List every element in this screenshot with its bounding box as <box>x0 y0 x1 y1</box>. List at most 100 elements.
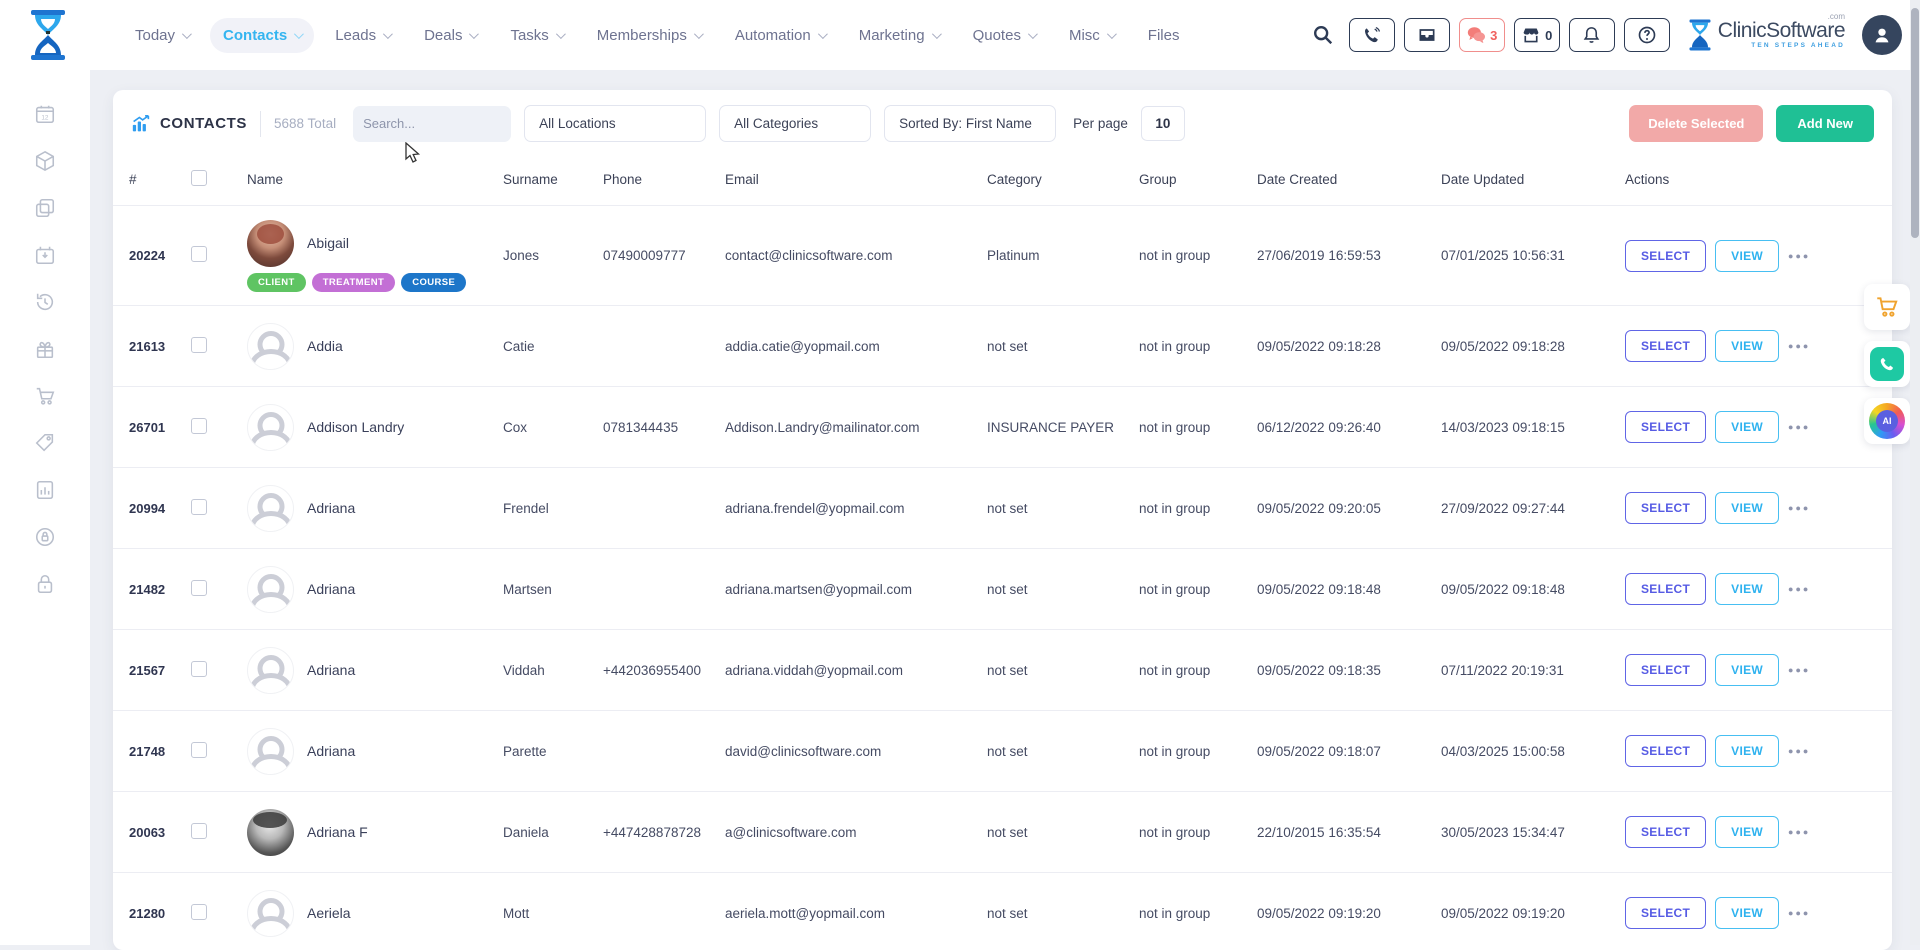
scrollbar-thumb[interactable] <box>1911 8 1919 238</box>
shop-button[interactable]: 0 <box>1514 18 1560 52</box>
view-button[interactable]: VIEW <box>1715 330 1779 362</box>
view-button[interactable]: VIEW <box>1715 735 1779 767</box>
select-button[interactable]: SELECT <box>1625 816 1706 848</box>
nav-item-tasks[interactable]: Tasks <box>497 18 575 53</box>
notifications-button[interactable] <box>1569 18 1615 52</box>
calendar-icon[interactable]: 12 <box>33 102 57 126</box>
row-checkbox[interactable] <box>191 742 207 758</box>
whatsapp-widget-button[interactable] <box>1864 341 1910 387</box>
select-button[interactable]: SELECT <box>1625 573 1706 605</box>
nav-item-contacts[interactable]: Contacts <box>210 18 314 53</box>
nav-item-quotes[interactable]: Quotes <box>960 18 1048 53</box>
avatar[interactable] <box>247 485 294 532</box>
contact-name[interactable]: Addia <box>307 338 343 354</box>
select-button[interactable]: SELECT <box>1625 330 1706 362</box>
per-page-input[interactable]: 10 <box>1141 106 1185 141</box>
nav-label: Tasks <box>510 27 548 44</box>
view-button[interactable]: VIEW <box>1715 240 1779 272</box>
row-checkbox[interactable] <box>191 580 207 596</box>
nav-item-today[interactable]: Today <box>122 18 202 53</box>
package-icon[interactable] <box>33 149 57 173</box>
search-icon[interactable] <box>1312 24 1334 46</box>
more-actions-button[interactable]: ●●● <box>1788 503 1810 513</box>
more-actions-button[interactable]: ●●● <box>1788 251 1810 261</box>
view-button[interactable]: VIEW <box>1715 654 1779 686</box>
nav-item-memberships[interactable]: Memberships <box>584 18 714 53</box>
copy-icon[interactable] <box>33 196 57 220</box>
inbox-button[interactable] <box>1404 18 1450 52</box>
categories-select[interactable]: All Categories <box>719 105 871 142</box>
nav-item-misc[interactable]: Misc <box>1056 18 1127 53</box>
more-actions-button[interactable]: ●●● <box>1788 908 1810 918</box>
contact-name[interactable]: Adriana <box>307 581 355 597</box>
more-actions-button[interactable]: ●●● <box>1788 827 1810 837</box>
view-button[interactable]: VIEW <box>1715 573 1779 605</box>
select-button[interactable]: SELECT <box>1625 240 1706 272</box>
row-checkbox[interactable] <box>191 418 207 434</box>
contact-name[interactable]: Adriana <box>307 743 355 759</box>
chat-notifications-button[interactable]: 3 <box>1459 18 1505 52</box>
row-checkbox[interactable] <box>191 337 207 353</box>
nav-item-deals[interactable]: Deals <box>411 18 489 53</box>
search-input[interactable] <box>363 116 539 131</box>
help-button[interactable] <box>1624 18 1670 52</box>
contact-name[interactable]: Abigail <box>307 235 349 251</box>
account-lock-icon[interactable] <box>33 525 57 549</box>
more-actions-button[interactable]: ●●● <box>1788 422 1810 432</box>
row-checkbox[interactable] <box>191 246 207 262</box>
select-all-checkbox[interactable] <box>191 170 207 186</box>
contact-name[interactable]: Addison Landry <box>307 419 404 435</box>
view-button[interactable]: VIEW <box>1715 816 1779 848</box>
nav-item-leads[interactable]: Leads <box>322 18 403 53</box>
ai-widget-button[interactable]: AI <box>1864 398 1910 444</box>
more-actions-button[interactable]: ●●● <box>1788 341 1810 351</box>
app-logo[interactable] <box>20 6 76 64</box>
nav-item-automation[interactable]: Automation <box>722 18 838 53</box>
row-checkbox[interactable] <box>191 904 207 920</box>
contact-name[interactable]: Aeriela <box>307 905 351 921</box>
cart-icon[interactable] <box>33 384 57 408</box>
avatar[interactable] <box>247 566 294 613</box>
row-checkbox[interactable] <box>191 499 207 515</box>
avatar[interactable] <box>247 323 294 370</box>
cart-widget-button[interactable] <box>1864 284 1910 330</box>
lock-icon[interactable] <box>33 572 57 596</box>
report-icon[interactable] <box>33 478 57 502</box>
locations-select[interactable]: All Locations <box>524 105 706 142</box>
price-tag-icon[interactable] <box>33 431 57 455</box>
avatar[interactable] <box>247 404 294 451</box>
view-button[interactable]: VIEW <box>1715 492 1779 524</box>
user-avatar[interactable] <box>1862 15 1902 55</box>
contact-name[interactable]: Adriana F <box>307 824 368 840</box>
nav-label: Leads <box>335 27 376 44</box>
nav-item-marketing[interactable]: Marketing <box>846 18 952 53</box>
row-checkbox[interactable] <box>191 661 207 677</box>
contact-name[interactable]: Adriana <box>307 500 355 516</box>
select-button[interactable]: SELECT <box>1625 897 1706 929</box>
booking-calendar-icon[interactable] <box>33 243 57 267</box>
more-actions-button[interactable]: ●●● <box>1788 584 1810 594</box>
select-button[interactable]: SELECT <box>1625 492 1706 524</box>
delete-selected-button[interactable]: Delete Selected <box>1629 105 1763 142</box>
history-icon[interactable] <box>33 290 57 314</box>
select-button[interactable]: SELECT <box>1625 654 1706 686</box>
more-actions-button[interactable]: ●●● <box>1788 746 1810 756</box>
select-button[interactable]: SELECT <box>1625 411 1706 443</box>
avatar[interactable] <box>247 809 294 856</box>
avatar[interactable] <box>247 647 294 694</box>
gift-icon[interactable] <box>33 337 57 361</box>
more-actions-button[interactable]: ●●● <box>1788 665 1810 675</box>
select-button[interactable]: SELECT <box>1625 735 1706 767</box>
nav-item-files[interactable]: Files <box>1135 18 1193 53</box>
avatar[interactable] <box>247 728 294 775</box>
add-new-button[interactable]: Add New <box>1776 105 1874 142</box>
view-button[interactable]: VIEW <box>1715 411 1779 443</box>
avatar[interactable] <box>247 890 294 937</box>
view-button[interactable]: VIEW <box>1715 897 1779 929</box>
avatar[interactable] <box>247 220 294 267</box>
page-scrollbar[interactable] <box>1910 0 1920 945</box>
dialer-button[interactable] <box>1349 18 1395 52</box>
sort-select[interactable]: Sorted By: First Name <box>884 105 1056 142</box>
row-checkbox[interactable] <box>191 823 207 839</box>
contact-name[interactable]: Adriana <box>307 662 355 678</box>
